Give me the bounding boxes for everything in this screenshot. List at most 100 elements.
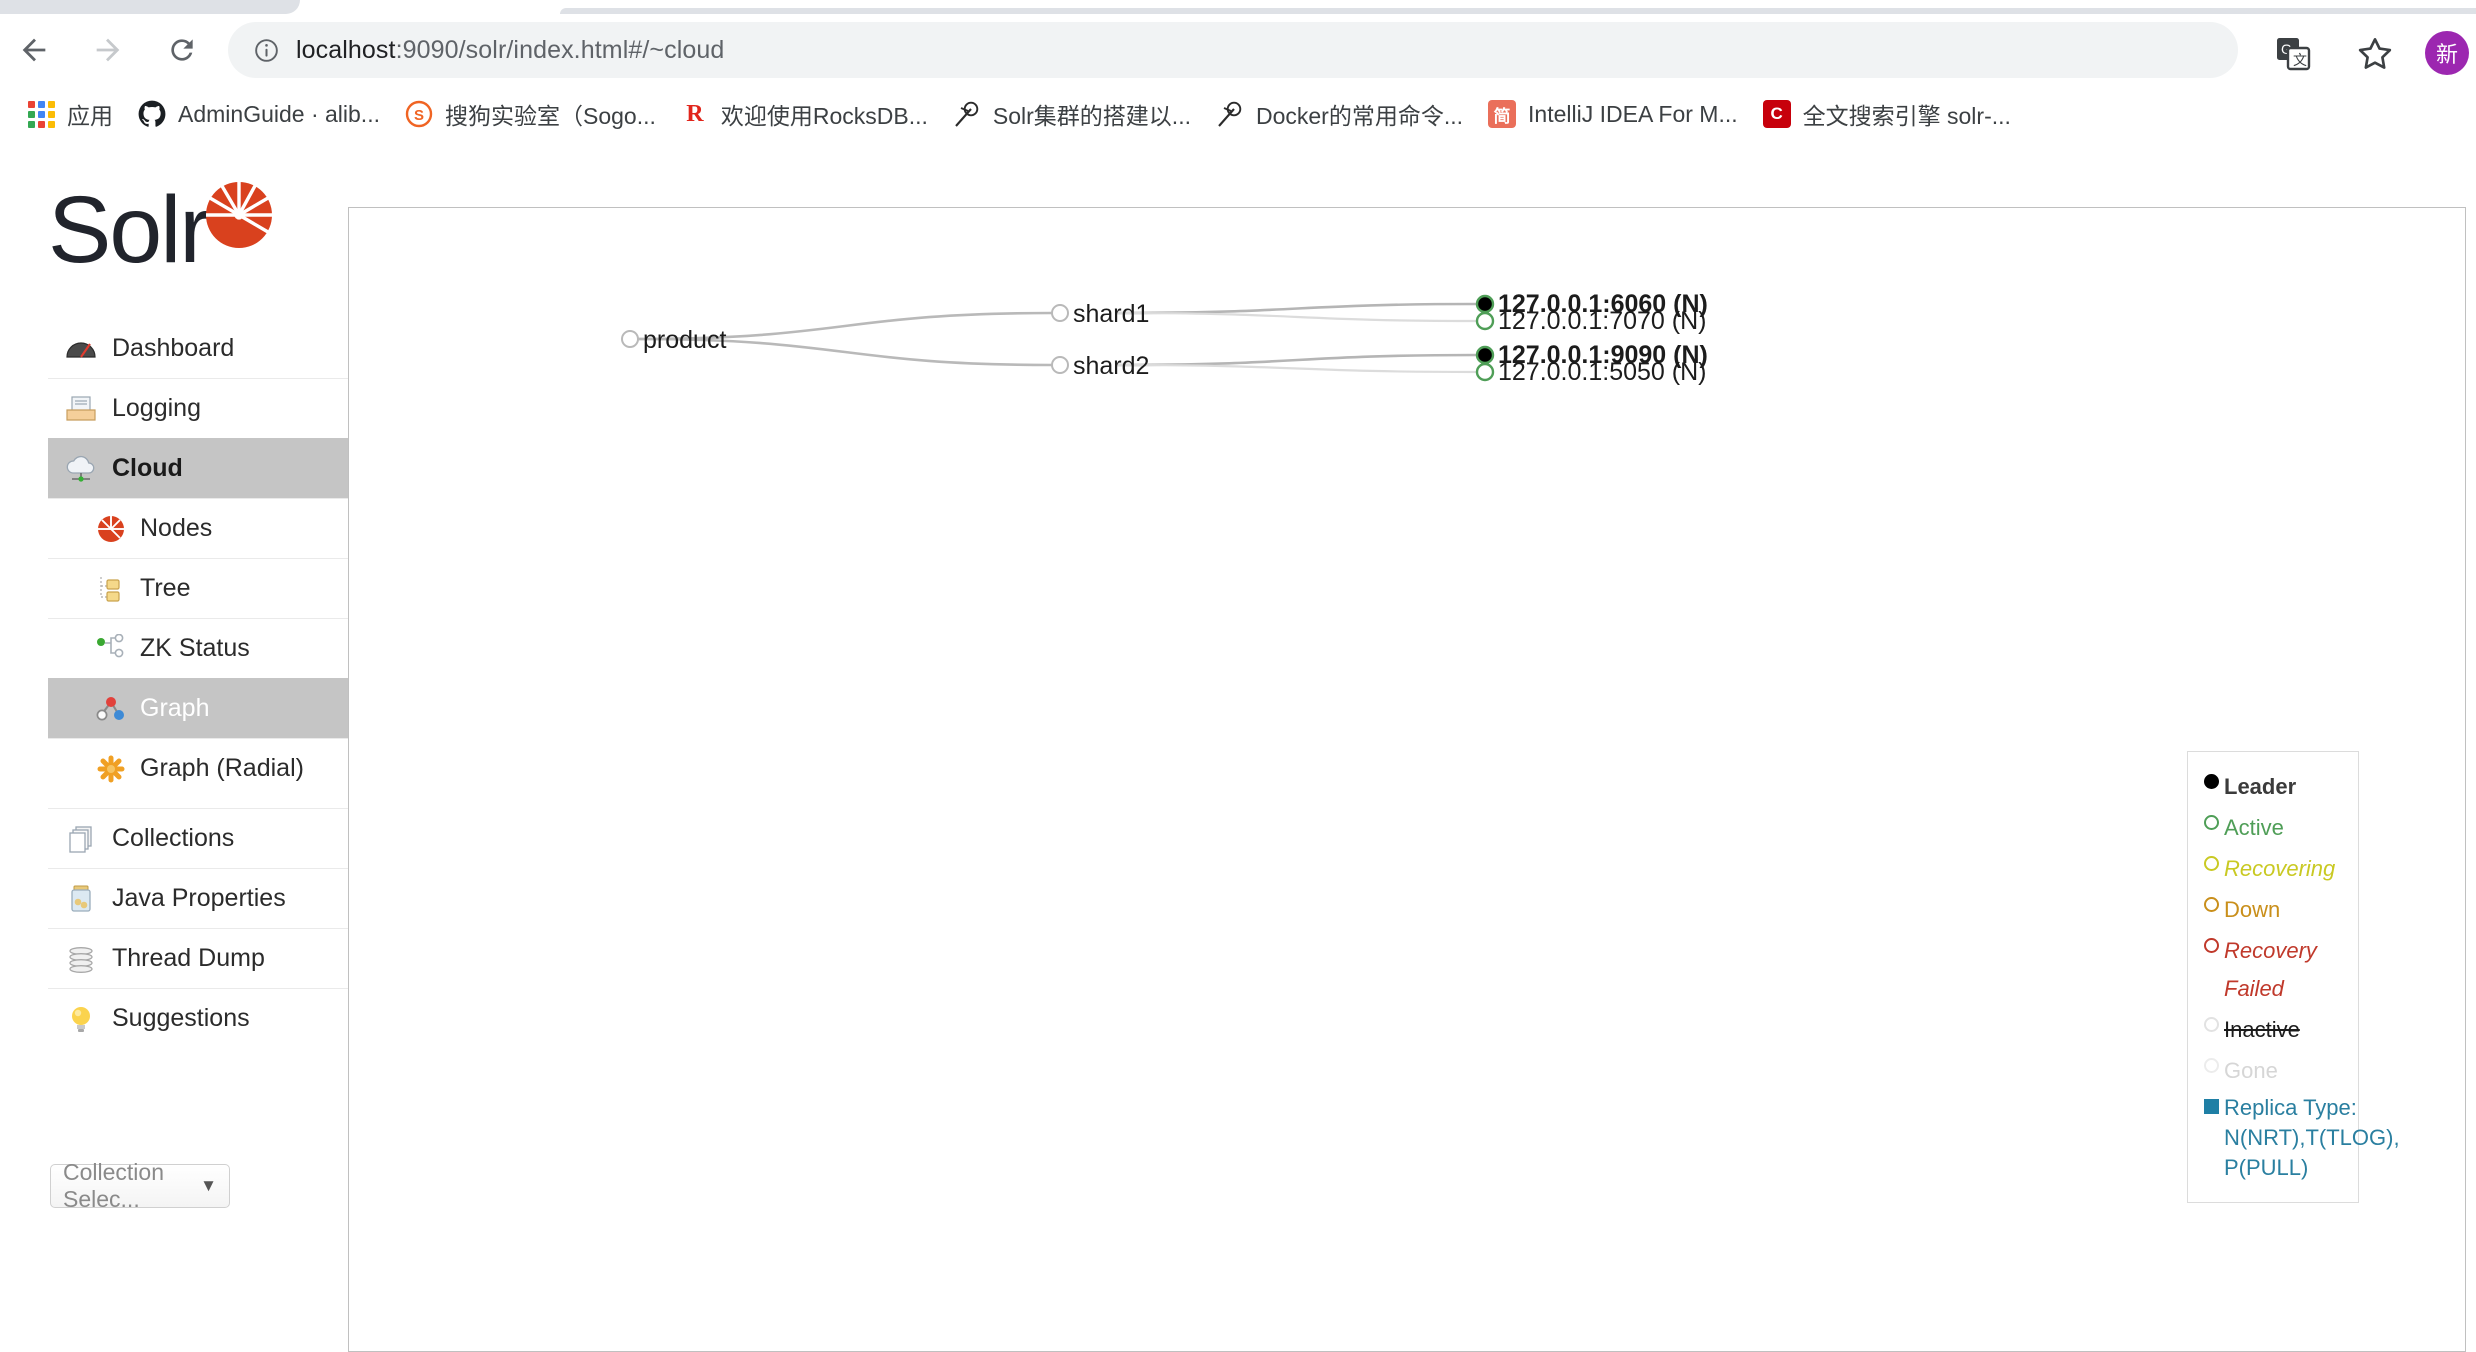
- menu-item-label: Cloud: [112, 454, 183, 482]
- graph-node-collection[interactable]: [621, 330, 639, 348]
- sidebar: Solr Dashboard Logging Cloud Nodes Tree …: [0, 142, 348, 1212]
- sidebar-subitem-tree[interactable]: Tree: [48, 558, 348, 618]
- sidebar-item-suggestions[interactable]: Suggestions: [48, 988, 348, 1048]
- suggestions-icon: [62, 1002, 100, 1036]
- bookmark-item[interactable]: Docker的常用命令...: [1203, 92, 1475, 136]
- reload-icon: [171, 39, 193, 61]
- nodes-icon: [92, 512, 130, 546]
- menu-item-label: Graph (Radial): [140, 754, 304, 782]
- collections-icon: [62, 822, 100, 856]
- sidebar-item-cloud[interactable]: Cloud: [48, 438, 348, 498]
- sidebar-item-collections[interactable]: Collections: [48, 808, 348, 868]
- sidebar-subitem-graph-radial[interactable]: Graph (Radial): [48, 738, 348, 798]
- graph-node-label-shard: shard2: [1073, 352, 1149, 380]
- graph-edge: [1117, 311, 1478, 323]
- sidebar-item-dashboard[interactable]: Dashboard: [48, 318, 348, 378]
- menu-item-label: Collections: [112, 824, 235, 852]
- menu-item-label: ZK Status: [140, 634, 250, 662]
- legend-label: Recovering: [2224, 856, 2336, 881]
- sidebar-subitem-nodes[interactable]: Nodes: [48, 498, 348, 558]
- graph-node-shard[interactable]: [1051, 304, 1069, 322]
- legend-label: Leader: [2224, 774, 2297, 799]
- graph-node-label-collection: product: [643, 326, 726, 354]
- state-ring-icon: [2198, 1011, 2224, 1032]
- svg-text:Solr: Solr: [48, 180, 210, 283]
- bookmark-item[interactable]: AdminGuide · alib...: [125, 92, 392, 136]
- solr-icon: [952, 99, 982, 129]
- graph-edge: [1117, 363, 1478, 374]
- menu-item-label: Suggestions: [112, 1004, 250, 1032]
- menu-item-label: Graph: [140, 694, 210, 722]
- site-info-icon[interactable]: [250, 34, 282, 66]
- menu-item-label: Java Properties: [112, 884, 286, 912]
- profile-avatar[interactable]: 新: [2425, 31, 2469, 75]
- bookmark-item[interactable]: S 搜狗实验室（Sogo...: [392, 92, 668, 136]
- legend-row: Gone: [2198, 1052, 2344, 1090]
- graph-node-replica-leader[interactable]: [1475, 294, 1495, 314]
- legend-row: Down: [2198, 891, 2344, 929]
- tab-strip-background-left: [0, 0, 300, 14]
- browser-chrome: localhost:9090/solr/index.html#/~cloud G…: [0, 0, 2476, 142]
- collection-selector-text: Collection Selec...: [63, 1159, 164, 1212]
- cloud-icon: [62, 452, 100, 486]
- state-ring-icon: [2198, 932, 2224, 953]
- legend-label: Down: [2224, 897, 2281, 922]
- rocksdb-icon: R: [686, 100, 704, 127]
- cloud-graph-panel: product shard1 shard2 127.0.0.1:6060 (N) 127…: [348, 207, 2466, 1352]
- cloud-submenu: Nodes Tree ZK Status Graph Graph (Radial): [48, 498, 348, 798]
- bookmark-item[interactable]: C 全文搜索引擎 solr-...: [1750, 92, 2023, 136]
- zk-status-icon: [92, 632, 130, 666]
- back-button[interactable]: [12, 28, 56, 72]
- address-bar[interactable]: localhost:9090/solr/index.html#/~cloud: [228, 22, 2238, 78]
- bookmark-item[interactable]: Solr集群的搭建以...: [940, 92, 1203, 136]
- sidebar-subitem-zk-status[interactable]: ZK Status: [48, 618, 348, 678]
- address-bar-path: :9090/solr/index.html#/~cloud: [395, 35, 725, 64]
- forward-button[interactable]: [86, 28, 130, 72]
- graph-node-label-replica: 127.0.0.1:5050 (N): [1498, 358, 1706, 386]
- graph-node-replica[interactable]: [1475, 311, 1495, 331]
- csdn-icon: C: [1762, 99, 1792, 129]
- apps-grid-icon: [26, 99, 56, 129]
- solr-logo[interactable]: Solr: [48, 177, 308, 290]
- legend-label: Recovery Failed: [2224, 938, 2317, 1001]
- legend-marker: [2203, 1099, 2219, 1114]
- legend-marker: [2203, 1058, 2219, 1073]
- bookmark-item[interactable]: R 欢迎使用RocksDB...: [668, 92, 940, 136]
- graph-node-label-replica: 127.0.0.1:7070 (N): [1498, 307, 1706, 335]
- graph-edge: [1117, 353, 1478, 367]
- legend-marker: [2203, 856, 2219, 871]
- translate-icon[interactable]: G 文: [2275, 36, 2311, 72]
- browser-toolbar: localhost:9090/solr/index.html#/~cloud G…: [0, 14, 2476, 86]
- graph-nodes: productshard1shard2127.0.0.1:6060 (N)127…: [621, 290, 1708, 386]
- logging-icon: [62, 392, 100, 426]
- graph-radial-icon: [92, 752, 130, 786]
- state-ring-icon: [2198, 891, 2224, 912]
- bookmark-item[interactable]: 应用: [14, 92, 125, 136]
- legend-row: Recovering: [2198, 850, 2344, 888]
- state-ring-icon: [2198, 809, 2224, 830]
- sidebar-subitem-graph[interactable]: Graph: [48, 678, 348, 738]
- address-bar-url: localhost:9090/solr/index.html#/~cloud: [296, 36, 724, 65]
- reload-button[interactable]: [160, 28, 204, 72]
- sidebar-item-thread-dump[interactable]: Thread Dump: [48, 928, 348, 988]
- graph-icon: [92, 692, 130, 726]
- replica-type-square-icon: [2198, 1093, 2224, 1114]
- back-arrow-icon: [22, 38, 46, 62]
- graph-legend: Leader Active Recovering Down Recovery Faile…: [2187, 751, 2400, 1203]
- graph-node-shard[interactable]: [1051, 356, 1069, 374]
- state-ring-icon: [2198, 850, 2224, 871]
- sidebar-item-java-properties[interactable]: Java Properties: [48, 868, 348, 928]
- menu-item-label: Dashboard: [112, 333, 235, 362]
- menu-item-label: Logging: [112, 394, 201, 422]
- jianshu-icon: 简: [1487, 99, 1517, 129]
- legend-row: Active: [2198, 809, 2344, 847]
- graph-node-replica-leader[interactable]: [1475, 345, 1495, 365]
- solr-icon: [1215, 99, 1245, 129]
- bookmark-item[interactable]: 简 IntelliJ IDEA For M...: [1475, 92, 1750, 136]
- collection-selector[interactable]: Collection Selec... ▼: [50, 1159, 230, 1212]
- bookmark-star-icon[interactable]: [2355, 34, 2395, 74]
- legend-label: Inactive: [2224, 1017, 2300, 1042]
- sidebar-item-logging[interactable]: Logging: [48, 378, 348, 438]
- graph-node-replica[interactable]: [1475, 362, 1495, 382]
- cloud-graph-visualization[interactable]: productshard1shard2127.0.0.1:6060 (N)127…: [349, 208, 2465, 1351]
